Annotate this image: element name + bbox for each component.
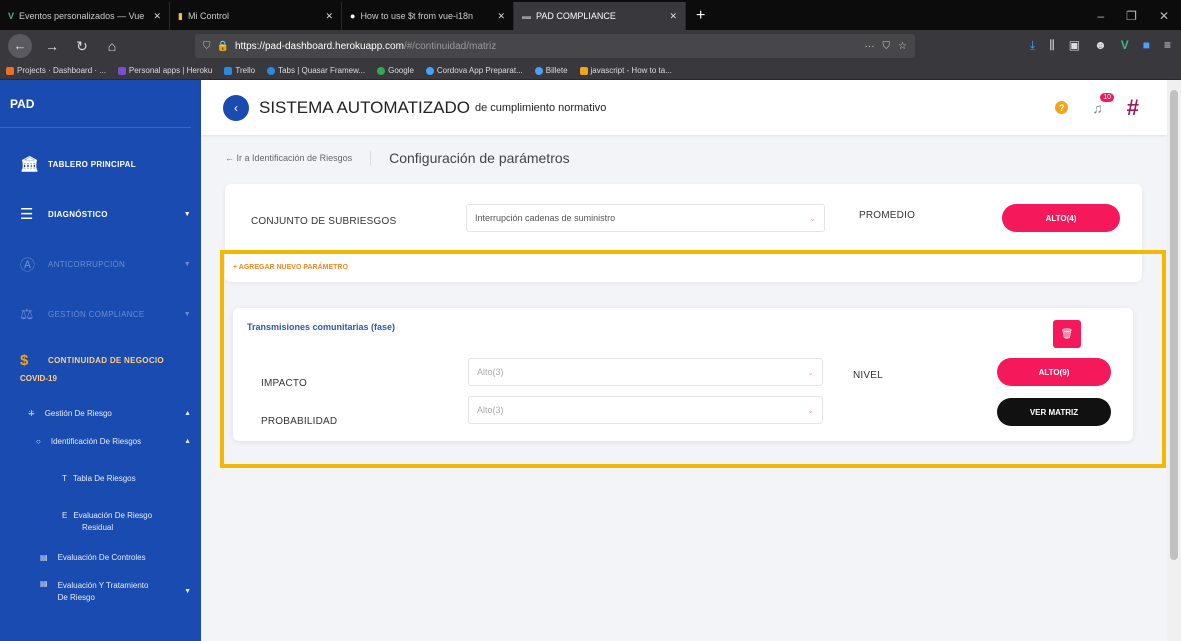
bookmark-item[interactable]: Cordova App Preparat... [425, 66, 523, 75]
sidebar-brand: PAD [0, 80, 191, 128]
page-subtitle: de cumplimiento normativo [474, 101, 607, 114]
page-icon: ● [350, 11, 356, 21]
subset-select[interactable]: Interrupción cadenas de suministro ⌄ [466, 204, 825, 232]
sidebar-item-covid: COVID-19 [20, 374, 57, 383]
scrollbar-thumb[interactable] [1170, 90, 1178, 560]
scale-icon: ⚖ [20, 306, 34, 323]
reload-icon[interactable]: ↻ [72, 38, 92, 55]
extension-icon[interactable]: ■ [1143, 38, 1150, 53]
bookmark-item[interactable]: Tabs | Quasar Framew... [267, 66, 365, 75]
browser-tabbar: V Eventos personalizados — Vue ✕ ▮ Mi Co… [0, 0, 1181, 30]
forward-icon[interactable]: → [42, 38, 62, 54]
circle-icon: ○ [36, 436, 41, 446]
library-icon[interactable]: ⫼ [1049, 38, 1055, 53]
home-icon[interactable]: ⌂ [102, 38, 122, 54]
doc-icon: ▤ [40, 579, 48, 588]
close-window-icon[interactable]: ✕ [1159, 9, 1169, 23]
close-icon[interactable]: ✕ [669, 11, 677, 22]
divider [370, 151, 372, 165]
notification-badge: 10 [1100, 92, 1115, 102]
average-value-button[interactable]: ALTO(4) [1002, 204, 1120, 232]
window-controls: – ❐ ✕ [1085, 2, 1181, 30]
close-icon[interactable]: ✕ [497, 11, 505, 22]
browser-tab-pad[interactable]: ▬ PAD COMPLIANCE ✕ [514, 2, 686, 30]
browser-tab-vuei18n[interactable]: ● How to use $t from vue-i18n ✕ [342, 2, 514, 30]
sidebar-item-identificacion[interactable]: ○ Identificación De Riesgos ▲ [0, 427, 201, 455]
letter-t-icon: T [62, 473, 67, 483]
page-icon: ▮ [178, 10, 183, 21]
bookmarks-bar: Projects · Dashboard · ... Personal apps… [0, 62, 1181, 80]
browser-navbar: ← → ↻ ⌂ ⛉ 🔒 https://pad-dashboard.heroku… [0, 30, 1181, 62]
highlight-box [220, 250, 1166, 468]
lock-icon: 🔒 [216, 40, 229, 52]
bookmark-item[interactable]: Personal apps | Heroku [117, 66, 212, 75]
back-circle-button[interactable]: ‹ [223, 94, 249, 121]
sidebar-item-diagnostico[interactable]: ☰ DIAGNÓSTICO ▼ [0, 192, 201, 236]
bookmark-item[interactable]: Billete [534, 66, 568, 75]
shield-icon: ⛉ [203, 40, 211, 52]
more-icon[interactable]: ··· [865, 41, 875, 52]
chevron-down-icon: ▼ [184, 587, 191, 595]
sidebar-item-tabla-riesgos[interactable]: T Tabla De Riesgos [0, 455, 201, 501]
bookmark-star-icon[interactable]: ☆ [898, 41, 907, 52]
scrollbar[interactable] [1167, 80, 1181, 641]
continuity-icon: $ [20, 351, 29, 369]
browser-tab-micontrol[interactable]: ▮ Mi Control ✕ [170, 2, 342, 30]
chevron-up-icon: ▲ [184, 437, 191, 445]
back-icon[interactable]: ← [8, 34, 32, 58]
chevron-up-icon: ▲ [184, 409, 191, 417]
new-tab-icon[interactable]: + [686, 2, 715, 30]
page-title: SISTEMA AUTOMATIZADO [259, 97, 470, 117]
close-icon[interactable]: ✕ [153, 11, 161, 22]
url-bar[interactable]: ⛉ 🔒 https://pad-dashboard.herokuapp.com /… [195, 34, 915, 58]
chevron-down-icon: ▼ [183, 210, 191, 218]
sidebar-item-tratamiento[interactable]: ▤ Evaluación Y Tratamiento De Riesgo ▼ [0, 573, 201, 609]
vue-devtools-icon[interactable]: V [1121, 38, 1129, 53]
help-icon[interactable]: ? [1055, 101, 1069, 114]
bookmark-item[interactable]: javascript - How to ta... [579, 66, 672, 75]
app-header: ‹ SISTEMA AUTOMATIZADO de cumplimiento n… [201, 80, 1167, 135]
bookmark-item[interactable]: Projects · Dashboard · ... [6, 66, 106, 75]
breadcrumb-current: Configuración de parámetros [389, 150, 570, 166]
breadcrumb-back-link[interactable]: ← Ir a Identificación de Riesgos [225, 153, 352, 163]
page-icon: ▬ [522, 11, 531, 21]
sidebar-item-evaluacion-residual[interactable]: E Evaluación De Riesgo Residual [0, 501, 201, 541]
chevron-down-icon: ▼ [183, 260, 191, 268]
notification-bell-icon[interactable]: ♫ 10 [1092, 92, 1115, 116]
sidebar-item-anticorrupcion[interactable]: ⓐ ANTICORRUPCIÓN ▼ [0, 242, 201, 286]
subset-label: CONJUNTO DE SUBRIESGOS [251, 216, 397, 227]
maximize-icon[interactable]: ❐ [1126, 9, 1137, 23]
avatar[interactable]: # [1127, 95, 1139, 121]
sidebar-icon[interactable]: ▣ [1069, 38, 1080, 53]
vue-icon: V [8, 11, 15, 21]
download-icon[interactable]: ⤓ [1030, 38, 1035, 53]
chevron-down-icon: ⌄ [809, 213, 816, 223]
extension-icons: ⤓ ⫼ ▣ ☻ V ■ ≡ [1030, 38, 1171, 53]
menu-icon[interactable]: ≡ [1164, 38, 1171, 53]
browser-tab-vue[interactable]: V Eventos personalizados — Vue ✕ [0, 2, 170, 30]
close-icon[interactable]: ✕ [325, 11, 333, 22]
letter-e-icon: E [62, 510, 68, 520]
pocket-icon[interactable]: ⛉ [883, 41, 891, 52]
breadcrumb: ← Ir a Identificación de Riesgos Configu… [225, 150, 570, 166]
account-icon[interactable]: ☻ [1094, 38, 1107, 53]
sidebar-item-gestion-riesgo[interactable]: ⁜ Gestión De Riesgo ▲ [0, 399, 201, 427]
bookmark-item[interactable]: Google [377, 66, 414, 75]
doc-icon: ▤ [40, 552, 48, 562]
sidebar-item-compliance[interactable]: ⚖ GESTIÓN COMPLIANCE ▼ [0, 292, 201, 336]
sidebar-item-tablero[interactable]: 🏛 TABLERO PRINCIPAL [0, 142, 201, 186]
bookmark-item[interactable]: Trello [224, 66, 255, 75]
minimize-icon[interactable]: – [1097, 9, 1104, 23]
sidebar-item-continuidad[interactable]: $ CONTINUIDAD DE NEGOCIO [0, 346, 201, 374]
bank-icon: 🏛 [20, 156, 40, 173]
chevron-down-icon: ▼ [183, 310, 191, 318]
average-label: PROMEDIO [859, 210, 916, 221]
list-icon: ☰ [20, 206, 34, 223]
grid-icon: ⁜ [28, 408, 35, 418]
shield-icon: ⓐ [20, 256, 36, 274]
sidebar-item-evaluacion-controles[interactable]: ▤ Evaluación De Controles [0, 541, 201, 573]
sidebar: PAD 🏛 TABLERO PRINCIPAL ☰ DIAGNÓSTICO ▼ … [0, 80, 201, 641]
